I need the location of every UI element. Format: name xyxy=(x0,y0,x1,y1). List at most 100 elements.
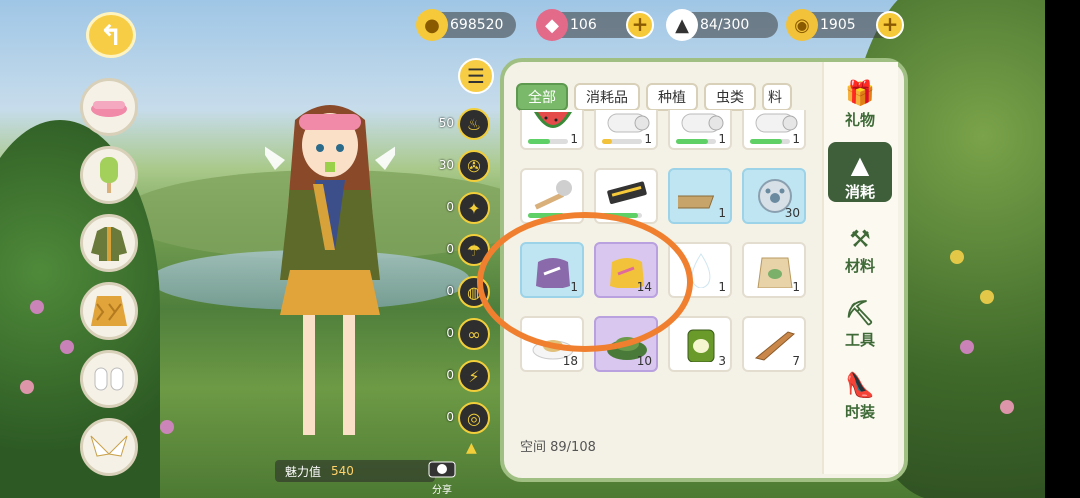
side-category-label: 工具 xyxy=(844,331,875,349)
yarn-value: 1905 xyxy=(820,17,856,33)
skill-count: 0 xyxy=(446,410,454,424)
gift-icon: 🎁 xyxy=(845,79,875,107)
skill-count: 0 xyxy=(446,200,454,214)
item-count: 7 xyxy=(792,354,800,368)
flower xyxy=(980,290,994,304)
item-slot-paw-coin[interactable]: 30 xyxy=(742,168,806,224)
skill-button[interactable]: ∞ xyxy=(458,318,490,350)
item-slot-dried-fish[interactable]: 7 xyxy=(742,316,806,372)
fan-icon: ✇ xyxy=(467,156,481,176)
item-slot-wood-plank[interactable]: 1 xyxy=(668,168,732,224)
tab-planting[interactable]: 种植 xyxy=(646,83,698,111)
rice-ball-icon: ▲ xyxy=(666,9,698,41)
skill-count: 50 xyxy=(438,116,454,130)
skill-count: 0 xyxy=(446,242,454,256)
flower xyxy=(20,380,34,394)
skill-count: 0 xyxy=(446,368,454,382)
item-slot-watermelon[interactable]: 1 xyxy=(520,110,584,150)
highlight-circle-annotation xyxy=(477,212,693,352)
tab-all[interactable]: 全部 xyxy=(516,83,568,111)
equip-slot-top[interactable] xyxy=(80,214,138,272)
item-count: 10 xyxy=(636,354,652,368)
item-count: 1 xyxy=(570,132,578,146)
side-category-label: 消耗 xyxy=(844,183,875,201)
equip-slot-shoes[interactable] xyxy=(80,350,138,408)
camera-share-button[interactable]: 分享 xyxy=(424,456,460,496)
skill-count: 0 xyxy=(446,326,454,340)
item-count: 1 xyxy=(792,132,800,146)
skill-button[interactable]: ✦ xyxy=(458,192,490,224)
yarn-counter: ◉ 1905 + xyxy=(786,9,904,41)
gem-counter: ◆ 106 + xyxy=(536,9,654,41)
side-category-material[interactable]: ⚒ 材料 xyxy=(828,216,892,276)
coin-icon: ● xyxy=(416,9,448,41)
wood-plank-icon xyxy=(678,195,715,209)
pet-food-can-icon xyxy=(687,329,715,362)
skill-button[interactable]: ⚡ xyxy=(458,360,490,392)
visor-hat-icon xyxy=(91,101,127,117)
mop-icon xyxy=(534,180,572,210)
skill-button[interactable]: ✇ xyxy=(458,150,490,182)
side-category-rice-ball[interactable]: ▲ 消耗 xyxy=(828,142,892,202)
side-category-high-heel[interactable]: 👠 时装 xyxy=(828,362,892,422)
side-category-shovel[interactable]: ⛏ 工具 xyxy=(828,290,892,350)
add-gems-button[interactable]: + xyxy=(626,11,654,39)
skirt-icon xyxy=(91,296,127,326)
skill-button[interactable]: ♨ xyxy=(458,108,490,140)
skill-button[interactable]: ◎ xyxy=(458,402,490,434)
equip-slot-accessory[interactable] xyxy=(80,146,138,204)
item-slot-bandage-roll[interactable]: 1 xyxy=(668,110,732,150)
tab-materials-partial[interactable]: 料 xyxy=(762,83,792,111)
flashlight-icon: ✦ xyxy=(467,198,481,218)
tab-consumables[interactable]: 消耗品 xyxy=(574,83,640,111)
add-yarn-button[interactable]: + xyxy=(876,11,904,39)
item-slot-bandage-roll[interactable]: 1 xyxy=(742,110,806,150)
rice-value: 84/300 xyxy=(700,17,750,33)
side-category-label: 材料 xyxy=(844,257,875,275)
item-slot-bandage-roll[interactable]: 1 xyxy=(594,110,658,150)
rice-ball-icon: ▲ xyxy=(850,151,870,179)
harmonica-icon xyxy=(607,181,647,204)
side-category-gift[interactable]: 🎁 礼物 xyxy=(828,70,892,130)
equip-slot-bottom[interactable] xyxy=(80,282,138,340)
category-tabs: 全部 消耗品 种植 虫类 料 xyxy=(516,83,792,111)
equip-slot-hat[interactable] xyxy=(80,78,138,136)
equip-slot-wings[interactable] xyxy=(80,418,138,476)
sandals-icon xyxy=(94,367,124,391)
tab-insects[interactable]: 虫类 xyxy=(704,83,756,111)
jacket-icon xyxy=(91,227,127,261)
item-count: 1 xyxy=(718,132,726,146)
lightning-icon: ⚡ xyxy=(468,366,480,386)
durability-bar xyxy=(750,139,790,144)
list-icon: ☰ xyxy=(467,64,485,88)
shovel-icon: ⛏ xyxy=(844,299,876,327)
menu-list-button[interactable]: ☰ xyxy=(458,58,494,94)
item-slot-pet-food-can[interactable]: 3 xyxy=(668,316,732,372)
wings-icon xyxy=(90,435,128,457)
gas-mask-icon: ◎ xyxy=(467,408,481,428)
item-count: 1 xyxy=(644,132,652,146)
popsicle-icon xyxy=(100,157,118,193)
yarn-icon: ◉ xyxy=(786,9,818,41)
watermelon-icon xyxy=(534,112,572,128)
flower xyxy=(1000,400,1014,414)
skill-count: 30 xyxy=(438,158,454,172)
item-count: 18 xyxy=(562,354,578,368)
durability-bar xyxy=(676,139,716,144)
item-count: 1 xyxy=(718,206,726,220)
item-count: 1 xyxy=(718,280,726,294)
binoculars-icon: ∞ xyxy=(467,324,481,344)
high-heel-icon: 👠 xyxy=(845,371,875,399)
durability-bar xyxy=(602,139,642,144)
flower xyxy=(160,420,174,434)
scroll-up-icon[interactable]: ▲ xyxy=(466,440,477,456)
coin-counter: ● 698520 xyxy=(416,9,516,41)
flower xyxy=(30,300,44,314)
item-slot-seed-bag[interactable]: 1 xyxy=(742,242,806,298)
charm-value: 540 xyxy=(331,464,354,478)
flower xyxy=(960,340,974,354)
item-count: 3 xyxy=(718,354,726,368)
material-icon: ⚒ xyxy=(849,225,871,253)
bandage-roll-icon xyxy=(755,113,798,133)
back-button[interactable]: ↰ xyxy=(86,12,136,58)
